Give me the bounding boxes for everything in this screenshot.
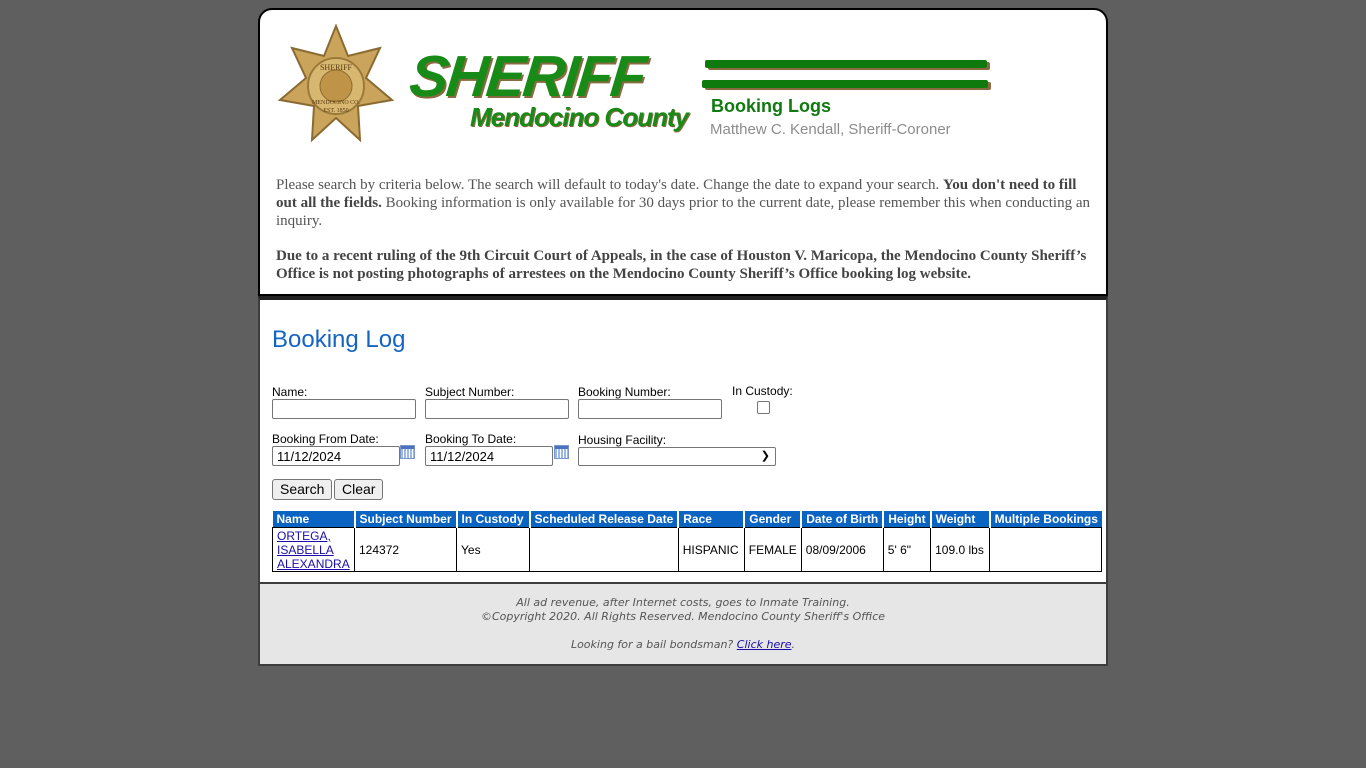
clear-button[interactable]: Clear bbox=[334, 479, 384, 500]
booking-to-date-label: Booking To Date: bbox=[425, 432, 517, 446]
footer-bondsman: Looking for a bail bondsman? Click here. bbox=[260, 638, 1106, 652]
col-height[interactable]: Height bbox=[882, 511, 931, 528]
sheriff-badge-icon: SHERIFF MENDOCINO CO. EST. 1850 bbox=[277, 24, 395, 143]
booking-to-date-input[interactable] bbox=[425, 446, 553, 466]
cell-subject-number: 124372 bbox=[353, 527, 458, 572]
in-custody-label: In Custody: bbox=[732, 384, 793, 398]
booking-number-input[interactable] bbox=[578, 399, 722, 419]
results-table: Name Subject Number In Custody Scheduled… bbox=[272, 511, 1103, 572]
col-subject-number[interactable]: Subject Number bbox=[353, 511, 457, 528]
header: SHERIFF MENDOCINO CO. EST. 1850 SHERIFF … bbox=[258, 8, 1108, 296]
page-container: SHERIFF MENDOCINO CO. EST. 1850 SHERIFF … bbox=[258, 8, 1108, 666]
col-race[interactable]: Race bbox=[677, 511, 745, 528]
inmate-name-link[interactable]: ORTEGA, ISABELLA ALEXANDRA bbox=[277, 529, 350, 571]
logo-title: SHERIFF bbox=[406, 44, 648, 109]
subject-number-label: Subject Number: bbox=[425, 385, 515, 399]
logo-subtitle: Mendocino County bbox=[470, 102, 689, 132]
col-name[interactable]: Name bbox=[272, 511, 355, 528]
calendar-icon[interactable] bbox=[400, 445, 415, 459]
booking-number-label: Booking Number: bbox=[578, 385, 671, 399]
cell-name: ORTEGA, ISABELLA ALEXANDRA bbox=[272, 527, 355, 572]
col-weight[interactable]: Weight bbox=[929, 511, 990, 528]
search-button[interactable]: Search bbox=[272, 479, 333, 500]
page-title: Booking Log bbox=[272, 326, 406, 353]
photo-notice: Due to a recent ruling of the 9th Circui… bbox=[276, 248, 1087, 282]
col-multiple-bookings[interactable]: Multiple Bookings bbox=[988, 511, 1102, 528]
footer-copyright: ©Copyright 2020. All Rights Reserved. Me… bbox=[480, 610, 886, 623]
intro-text-a: Please search by criteria below. The sea… bbox=[276, 177, 944, 193]
intro-text-b: Booking information is only available fo… bbox=[276, 195, 1090, 229]
cell-race: HISPANIC bbox=[677, 527, 745, 572]
badge-text-bottom: EST. 1850 bbox=[323, 108, 348, 114]
name-label: Name: bbox=[272, 385, 308, 399]
booking-log-panel: Booking Log Name: Subject Number: Bookin… bbox=[258, 296, 1108, 584]
booking-from-date-input[interactable] bbox=[272, 446, 400, 466]
calendar-icon[interactable] bbox=[554, 445, 569, 459]
name-line: ISABELLA bbox=[277, 542, 334, 557]
name-line: ALEXANDRA bbox=[277, 556, 350, 571]
logo-stripe-bottom bbox=[702, 80, 988, 88]
table-header-row: Name Subject Number In Custody Scheduled… bbox=[272, 511, 1102, 528]
col-gender[interactable]: Gender bbox=[743, 511, 802, 528]
bondsman-text: Looking for a bail bondsman? bbox=[570, 638, 737, 651]
subject-number-input[interactable] bbox=[425, 399, 569, 419]
section-title: Booking Logs bbox=[711, 96, 831, 116]
intro-paragraph-2: Due to a recent ruling of the 9th Circui… bbox=[276, 247, 1092, 283]
footer-ad-revenue: All ad revenue, after Internet costs, go… bbox=[516, 596, 850, 609]
cell-in-custody: Yes bbox=[456, 527, 531, 572]
sheriff-name: Matthew C. Kendall, Sheriff-Coroner bbox=[710, 121, 951, 138]
cell-weight: 109.0 lbs bbox=[930, 527, 991, 572]
badge-text-middle: MENDOCINO CO. bbox=[312, 100, 361, 106]
name-input[interactable] bbox=[272, 399, 416, 419]
bondsman-link[interactable]: Click here bbox=[737, 638, 792, 651]
in-custody-checkbox[interactable] bbox=[757, 401, 770, 414]
footer: All ad revenue, after Internet costs, go… bbox=[258, 584, 1108, 666]
intro-paragraph-1: Please search by criteria below. The sea… bbox=[276, 176, 1092, 230]
housing-facility-select[interactable]: ❯ bbox=[578, 447, 776, 466]
cell-height: 5' 6" bbox=[882, 527, 932, 572]
booking-from-date-label: Booking From Date: bbox=[272, 432, 379, 446]
col-in-custody[interactable]: In Custody bbox=[455, 511, 530, 528]
bondsman-end: . bbox=[791, 638, 796, 651]
cell-gender: FEMALE bbox=[743, 527, 802, 572]
cell-dob: 08/09/2006 bbox=[800, 527, 884, 572]
col-release-date[interactable]: Scheduled Release Date bbox=[528, 511, 679, 528]
housing-facility-label: Housing Facility: bbox=[578, 433, 667, 447]
logo-stripe-top bbox=[705, 60, 987, 68]
col-dob[interactable]: Date of Birth bbox=[800, 511, 884, 528]
chevron-down-icon: ❯ bbox=[760, 450, 770, 462]
intro-text: Please search by criteria below. The sea… bbox=[276, 176, 1092, 300]
cell-multiple-bookings bbox=[989, 527, 1103, 572]
badge-text-top: SHERIFF bbox=[320, 63, 353, 72]
name-line: ORTEGA, bbox=[277, 528, 331, 543]
table-row: ORTEGA, ISABELLA ALEXANDRA 124372 Yes HISP… bbox=[272, 527, 1103, 572]
cell-release-date bbox=[529, 527, 679, 572]
